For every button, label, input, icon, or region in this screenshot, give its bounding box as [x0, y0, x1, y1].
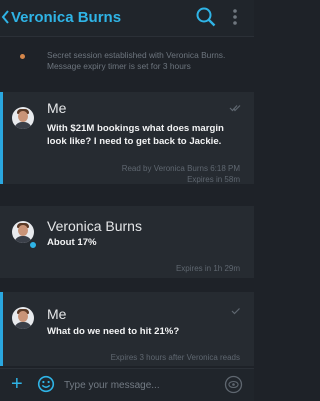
avatar — [12, 221, 34, 243]
message-meta: Expires in 1h 29m — [175, 264, 240, 273]
message-text: What do we need to hit 21%? — [47, 326, 180, 337]
avatar — [12, 307, 34, 329]
message-sender: Me — [47, 306, 67, 322]
message-text: With $21M bookings what does margin look… — [47, 123, 224, 147]
message-bubble-outgoing[interactable]: Me What do we need to hit 21%? Expires 3… — [0, 292, 254, 366]
search-icon[interactable] — [195, 6, 217, 28]
emoji-icon[interactable] — [37, 375, 55, 393]
message-text: About 17% — [47, 237, 97, 248]
plus-icon[interactable]: + — [11, 374, 23, 394]
double-check-icon — [229, 105, 241, 112]
online-status-dot — [29, 241, 37, 249]
message-sender: Veronica Burns — [47, 218, 142, 234]
message-bubble-incoming[interactable]: Veronica Burns About 17% Expires in 1h 2… — [0, 206, 254, 278]
outgoing-accent-bar — [0, 292, 3, 366]
message-meta: Expires 3 hours after Veronica reads — [110, 353, 240, 362]
avatar — [12, 107, 34, 129]
message-composer: + — [0, 368, 254, 401]
check-icon — [231, 308, 240, 315]
conversation-title[interactable]: Veronica Burns — [11, 9, 121, 26]
system-notice-text: Secret session established with Veronica… — [47, 50, 226, 71]
message-sender: Me — [47, 100, 67, 116]
overflow-menu-icon[interactable] — [231, 8, 239, 26]
chevron-left-icon[interactable] — [1, 8, 10, 26]
send-icon[interactable] — [224, 375, 243, 394]
outgoing-accent-bar — [0, 92, 3, 184]
status-dot — [20, 54, 25, 59]
system-notice: Secret session established with Veronica… — [0, 47, 254, 79]
message-input[interactable] — [64, 376, 214, 394]
message-bubble-outgoing[interactable]: Me With $21M bookings what does margin l… — [0, 92, 254, 184]
app-header: Veronica Burns — [0, 0, 254, 37]
message-meta: Read by Veronica Burns 6:18 PM Expires i… — [121, 164, 240, 184]
